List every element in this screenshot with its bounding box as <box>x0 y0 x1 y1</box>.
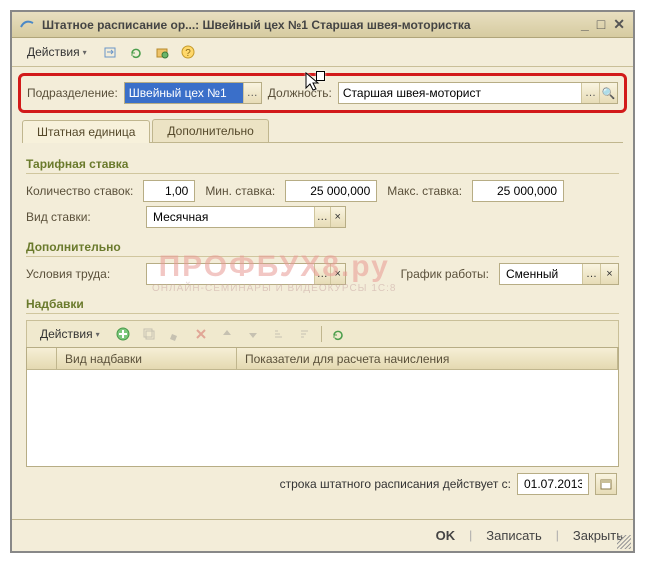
cond-label: Условия труда: <box>26 267 136 281</box>
allowances-toolbar: Действия ▾ <box>26 320 619 347</box>
chevron-down-icon: ▾ <box>96 330 100 339</box>
max-input[interactable] <box>473 181 563 201</box>
ok-button[interactable]: OK <box>436 528 456 543</box>
valid-from-row: строка штатного расписания действует с: <box>26 467 619 505</box>
allowances-grid[interactable]: Вид надбавки Показатели для расчета начи… <box>26 347 619 467</box>
minimize-button[interactable]: _ <box>581 16 589 33</box>
schedule-label: График работы: <box>401 267 489 281</box>
content-area: Штатная единица Дополнительно Тарифная с… <box>12 119 633 519</box>
copy-row-button[interactable] <box>139 324 159 344</box>
calendar-button[interactable] <box>595 473 617 495</box>
actions-menu[interactable]: Действия ▾ <box>20 42 94 62</box>
tab-extra[interactable]: Дополнительно <box>152 119 268 142</box>
tab-staff-unit[interactable]: Штатная единица <box>22 120 150 143</box>
dept-select-button[interactable]: … <box>243 83 261 103</box>
maximize-button[interactable]: □ <box>597 16 605 33</box>
window-title: Штатное расписание ор...: Швейный цех №1… <box>42 18 581 32</box>
valid-from-input[interactable] <box>518 474 588 494</box>
delete-row-button[interactable] <box>191 324 211 344</box>
count-label: Количество ставок: <box>26 184 133 198</box>
window-frame: Штатное расписание ор...: Швейный цех №1… <box>10 10 635 553</box>
command-bar: OK | Записать | Закрыть <box>12 519 633 551</box>
pos-field: … 🔍 <box>338 82 618 104</box>
titlebar: Штатное расписание ор...: Швейный цех №1… <box>12 12 633 38</box>
save-button[interactable]: Записать <box>486 528 542 543</box>
extra-section-title: Дополнительно <box>26 232 619 257</box>
grid-col-params[interactable]: Показатели для расчета начисления <box>237 348 618 369</box>
tabs: Штатная единица Дополнительно <box>22 119 623 143</box>
type-clear-button[interactable]: × <box>330 207 346 227</box>
pos-label: Должность: <box>268 86 332 100</box>
allowances-actions-menu[interactable]: Действия ▾ <box>33 324 107 344</box>
chevron-down-icon: ▾ <box>83 48 87 57</box>
max-label: Макс. ставка: <box>387 184 462 198</box>
tariff-section-title: Тарифная ставка <box>26 149 619 174</box>
schedule-input[interactable] <box>500 264 582 284</box>
sort-asc-button[interactable] <box>269 324 289 344</box>
schedule-select-button[interactable]: … <box>582 264 600 284</box>
type-input[interactable] <box>147 207 314 227</box>
move-down-button[interactable] <box>243 324 263 344</box>
dept-input[interactable] <box>125 83 243 103</box>
type-select-button[interactable]: … <box>314 207 330 227</box>
app-icon <box>20 17 36 33</box>
grid-col-marker <box>27 348 57 369</box>
cond-select-button[interactable]: … <box>314 264 330 284</box>
type-label: Вид ставки: <box>26 210 136 224</box>
dept-field: … <box>124 82 262 104</box>
svg-text:?: ? <box>185 48 191 59</box>
selection-row: Подразделение: … Должность: … 🔍 <box>18 73 627 113</box>
cond-clear-button[interactable]: × <box>330 264 346 284</box>
resize-grip[interactable] <box>617 535 631 549</box>
dept-label: Подразделение: <box>27 86 118 100</box>
edit-row-button[interactable] <box>165 324 185 344</box>
valid-from-label: строка штатного расписания действует с: <box>280 477 511 491</box>
refresh-grid-button[interactable] <box>328 324 348 344</box>
main-toolbar: Действия ▾ ? <box>12 38 633 67</box>
min-label: Мин. ставка: <box>205 184 275 198</box>
grid-header: Вид надбавки Показатели для расчета начи… <box>27 348 618 370</box>
schedule-clear-button[interactable]: × <box>600 264 618 284</box>
allowances-section-title: Надбавки <box>26 289 619 314</box>
close-window-button[interactable]: ✕ <box>613 16 625 33</box>
min-input[interactable] <box>286 181 376 201</box>
add-row-button[interactable] <box>113 324 133 344</box>
pos-select-button[interactable]: … <box>581 83 599 103</box>
sort-desc-button[interactable] <box>295 324 315 344</box>
pos-input[interactable] <box>339 83 581 103</box>
count-input[interactable] <box>144 181 194 201</box>
move-up-button[interactable] <box>217 324 237 344</box>
pos-search-button[interactable]: 🔍 <box>599 83 617 103</box>
close-button[interactable]: Закрыть <box>573 528 623 543</box>
grid-col-type[interactable]: Вид надбавки <box>57 348 237 369</box>
help-icon[interactable]: ? <box>178 42 198 62</box>
refresh-icon[interactable] <box>126 42 146 62</box>
goto-icon[interactable] <box>100 42 120 62</box>
folder-icon[interactable] <box>152 42 172 62</box>
cond-input[interactable] <box>147 264 314 284</box>
